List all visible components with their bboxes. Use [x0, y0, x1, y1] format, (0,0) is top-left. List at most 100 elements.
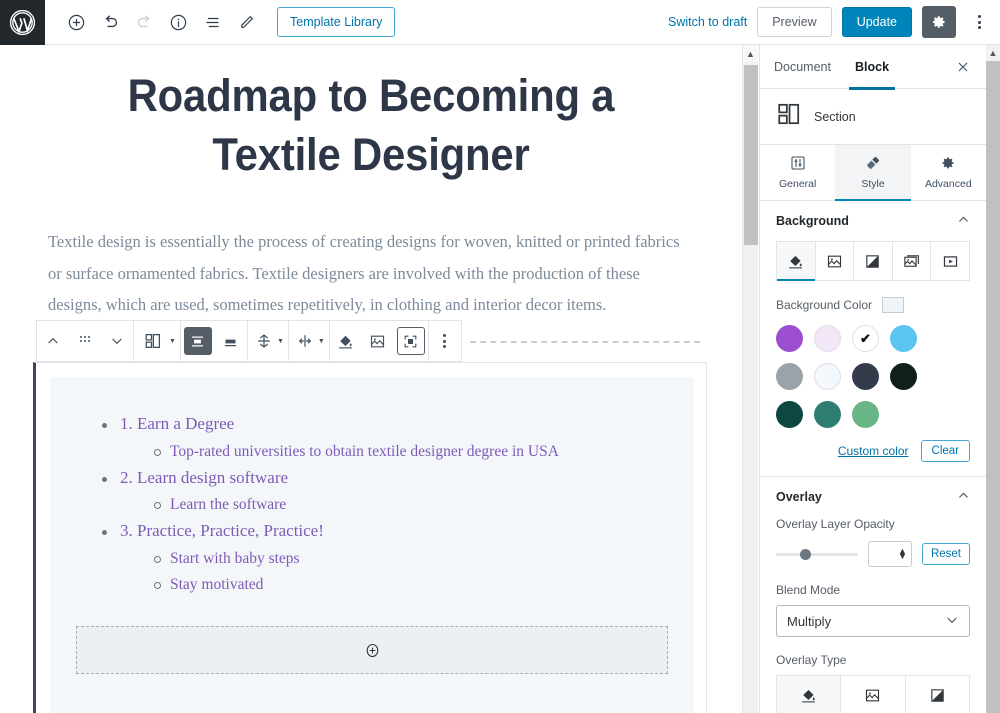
background-color-field: Background Color [760, 297, 986, 313]
block-appender[interactable] [76, 626, 668, 674]
chevron-down-icon[interactable]: ▼ [169, 338, 176, 345]
opacity-slider[interactable] [776, 548, 858, 560]
fullscreen-frame-icon[interactable] [396, 327, 425, 355]
alignment-group [181, 321, 248, 361]
slider-handle[interactable] [799, 548, 811, 560]
opacity-number-input[interactable]: ▲ ▼ [867, 541, 912, 567]
color-swatch[interactable] [852, 363, 879, 390]
overlay-opacity-label: Overlay Layer Opacity [776, 517, 895, 531]
color-swatch[interactable] [814, 401, 841, 428]
chevron-up-icon[interactable] [957, 213, 970, 229]
intro-paragraph[interactable]: Textile design is essentially the proces… [48, 226, 694, 321]
list-item[interactable]: Start with baby steps [154, 550, 694, 567]
background-panel-header[interactable]: Background [760, 201, 986, 241]
scrollbar-thumb[interactable] [744, 65, 758, 245]
background-slideshow-tab[interactable] [893, 242, 932, 280]
block-toolbar: ▼ ▼ ▼ [36, 320, 462, 362]
stepper-down-arrow[interactable]: ▼ [898, 551, 907, 561]
list-item[interactable]: Learn the software [154, 496, 694, 513]
color-swatch[interactable] [890, 363, 917, 390]
chevron-up-icon[interactable] [37, 321, 69, 361]
template-library-button[interactable]: Template Library [277, 7, 396, 37]
background-image-tab[interactable] [816, 242, 855, 280]
chevron-down-icon[interactable]: ▼ [277, 338, 284, 345]
background-video-tab[interactable] [931, 242, 969, 280]
paint-bucket-icon[interactable] [330, 321, 362, 361]
vertical-align-icon[interactable] [248, 321, 280, 361]
color-swatch[interactable] [814, 363, 841, 390]
settings-gear-icon[interactable] [922, 6, 956, 38]
overlay-panel-header[interactable]: Overlay [760, 477, 986, 517]
chevron-down-icon[interactable] [101, 321, 133, 361]
chevron-up-icon[interactable] [957, 489, 970, 505]
kebab-menu-icon[interactable] [429, 321, 461, 361]
subtab-style[interactable]: Style [835, 145, 911, 201]
chevron-down-icon[interactable]: ▼ [318, 338, 325, 345]
color-swatch[interactable] [776, 401, 803, 428]
sidebar-scrollbar[interactable]: ▲ [986, 45, 1000, 713]
overlay-color-tab[interactable] [777, 676, 842, 713]
image-icon[interactable] [362, 321, 394, 361]
number-stepper-icon[interactable]: ▲ ▼ [898, 546, 907, 561]
color-swatch[interactable] [776, 325, 803, 352]
clear-color-button[interactable]: Clear [920, 440, 970, 462]
wordpress-logo-icon[interactable] [0, 0, 45, 45]
overlay-gradient-tab[interactable] [906, 676, 969, 713]
scroll-up-arrow-icon[interactable]: ▲ [743, 45, 758, 62]
subtab-general-label: General [778, 178, 817, 190]
columns-layout-icon[interactable] [134, 321, 172, 361]
tab-block[interactable]: Block [848, 45, 896, 90]
info-circle-icon[interactable] [161, 5, 195, 39]
list-level-2: Learn the software [154, 496, 694, 513]
list-item[interactable]: 2. Learn design software Learn the softw… [102, 468, 694, 514]
background-gradient-tab[interactable] [854, 242, 893, 280]
background-color-preview[interactable] [882, 297, 905, 313]
list-item[interactable]: 3. Practice, Practice, Practice! Start w… [102, 522, 694, 593]
blend-mode-label-row: Blend Mode [760, 583, 986, 597]
background-color-tab[interactable] [777, 242, 816, 281]
close-x-icon[interactable] [952, 56, 974, 78]
subtab-general[interactable]: General [760, 145, 835, 200]
subtab-advanced[interactable]: Advanced [911, 145, 986, 200]
tab-document[interactable]: Document [774, 45, 831, 89]
section-block[interactable]: 1. Earn a Degree Top-rated universities … [33, 362, 707, 713]
more-menu-icon[interactable] [966, 6, 992, 38]
kebab-dots [977, 15, 981, 29]
color-swatch[interactable] [814, 325, 841, 352]
block-type-card: Section [760, 89, 986, 145]
custom-color-link[interactable]: Custom color [838, 444, 909, 458]
color-swatch[interactable] [776, 363, 803, 390]
full-width-icon[interactable] [183, 327, 212, 355]
checkmark-icon: ✔ [860, 330, 871, 346]
list-item[interactable]: Stay motivated [154, 576, 694, 593]
horizontal-align-icon[interactable] [289, 321, 321, 361]
color-swatch-selected[interactable]: ✔ [852, 325, 879, 352]
scroll-up-arrow-icon[interactable]: ▲ [986, 45, 1000, 61]
color-swatch[interactable] [890, 325, 917, 352]
reset-opacity-button[interactable]: Reset [921, 543, 970, 565]
top-bar-actions: Switch to draft Preview Update [668, 6, 1000, 38]
plus-circle-icon[interactable] [364, 642, 381, 659]
add-block-button[interactable] [59, 5, 93, 39]
color-swatch[interactable] [852, 401, 879, 428]
switch-to-draft-link[interactable]: Switch to draft [668, 15, 747, 29]
list-view-icon[interactable] [195, 5, 229, 39]
wide-width-icon[interactable] [215, 321, 247, 361]
update-button[interactable]: Update [841, 7, 912, 37]
preview-label: Preview [772, 15, 817, 29]
undo-arrow-icon[interactable] [93, 5, 127, 39]
chevron-down-icon[interactable] [945, 613, 959, 630]
roadmap-list[interactable]: 1. Earn a Degree Top-rated universities … [102, 414, 694, 593]
canvas-scrollbar[interactable]: ▲ [742, 45, 758, 713]
overlay-image-tab[interactable] [841, 676, 906, 713]
page-title[interactable]: Roadmap to Becoming a Textile Designer [72, 67, 669, 184]
pencil-icon[interactable] [229, 5, 263, 39]
drag-dots-icon[interactable] [69, 321, 101, 361]
preview-button[interactable]: Preview [757, 7, 832, 37]
list-level-1: 1. Earn a Degree Top-rated universities … [102, 414, 694, 593]
list-item[interactable]: Top-rated universities to obtain textile… [154, 443, 694, 460]
list-item[interactable]: 1. Earn a Degree Top-rated universities … [102, 414, 694, 460]
blend-mode-select[interactable]: Multiply [776, 605, 970, 637]
blend-mode-label: Blend Mode [776, 583, 841, 597]
redo-arrow-icon[interactable] [127, 5, 161, 39]
